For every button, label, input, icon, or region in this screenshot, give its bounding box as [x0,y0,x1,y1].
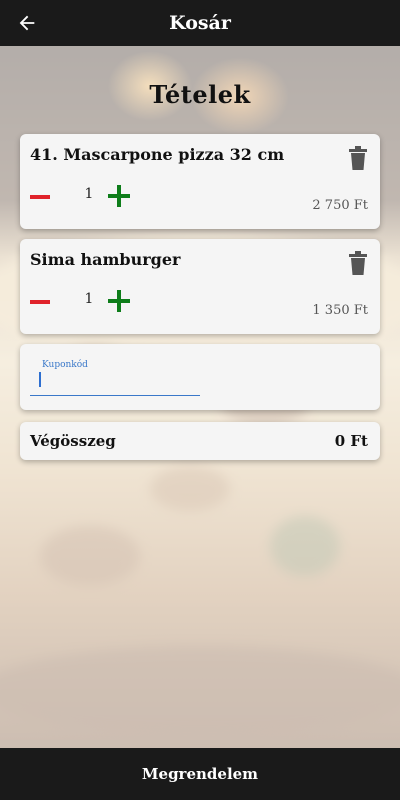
decrease-quantity-button[interactable] [30,187,50,207]
item-name: Sima hamburger [30,250,181,269]
page-title: Kosár [169,12,231,34]
order-button[interactable]: Megrendelem [0,748,400,800]
trash-icon [349,146,367,170]
text-cursor [39,372,41,387]
total-value: 0 Ft [334,432,368,450]
item-price: 1 350 Ft [312,303,368,318]
item-price: 2 750 Ft [312,198,368,213]
delete-item-button[interactable] [348,146,368,170]
coupon-label: Kuponkód [42,360,88,370]
total-label: Végösszeg [30,432,116,450]
increase-quantity-button[interactable] [108,290,130,312]
order-button-label: Megrendelem [141,765,259,783]
increase-quantity-button[interactable] [108,185,130,207]
cart-item-card: Sima hamburger 1 1 350 Ft [20,239,380,334]
items-heading: Tételek [149,80,251,109]
coupon-input[interactable] [30,370,200,396]
top-app-bar: Kosár [0,0,400,46]
coupon-card: Kuponkód [20,344,380,410]
total-card: Végösszeg 0 Ft [20,422,380,460]
decrease-quantity-button[interactable] [30,292,50,312]
item-name: 41. Mascarpone pizza 32 cm [30,145,285,164]
back-button[interactable] [12,8,42,38]
trash-icon [349,251,367,275]
cart-item-card: 41. Mascarpone pizza 32 cm 1 2 750 Ft [20,134,380,229]
quantity-value: 1 [84,291,94,307]
quantity-value: 1 [84,186,94,202]
arrow-left-icon [19,15,35,31]
delete-item-button[interactable] [348,251,368,275]
